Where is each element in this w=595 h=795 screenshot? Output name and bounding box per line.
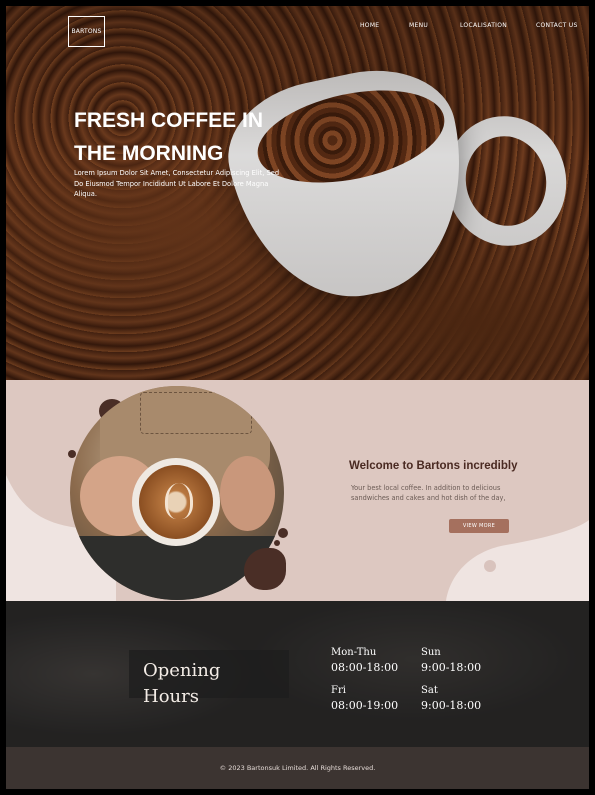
hours-title-line2: Hours <box>143 686 199 707</box>
opening-hours-section: Opening Hours Mon-Thu 08:00-18:00 Sun 9:… <box>6 601 589 747</box>
hours-day: Sun <box>421 647 441 658</box>
copyright-text: © 2023 Bartonsuk Limited. All Rights Res… <box>219 764 376 772</box>
hours-entry: Mon-Thu 08:00-18:00 <box>331 646 398 675</box>
hours-entry: Sun 9:00-18:00 <box>421 646 481 675</box>
welcome-section: Welcome to Bartons incredibly Your best … <box>6 380 589 601</box>
hero-description: Lorem Ipsum Dolor Sit Amet, Consectetur … <box>74 169 280 198</box>
hours-day: Fri <box>331 685 346 696</box>
hours-time: 9:00-18:00 <box>421 699 482 712</box>
footer: © 2023 Bartonsuk Limited. All Rights Res… <box>6 747 589 789</box>
hero-title-line1: FRESH COFFEE IN <box>74 109 264 132</box>
hero-title: FRESH COFFEE IN THE MORNING <box>74 104 294 170</box>
hours-time: 08:00-19:00 <box>331 699 399 712</box>
hours-time: 08:00-18:00 <box>331 661 399 674</box>
hours-entry: Fri 08:00-19:00 <box>331 684 398 713</box>
welcome-text: Your best local coffee. In addition to d… <box>351 484 506 502</box>
welcome-title: Welcome to Bartons incredibly <box>349 460 518 472</box>
decorative-dot <box>68 450 76 458</box>
hours-day: Sat <box>421 685 438 696</box>
nav-item-localisation[interactable]: LOCALISATION <box>460 22 507 29</box>
hours-title-line1: Opening <box>143 660 221 681</box>
decorative-dot <box>274 540 280 546</box>
nav-item-menu[interactable]: MENU <box>409 22 428 29</box>
view-more-button[interactable]: VIEW MORE <box>449 519 509 533</box>
decorative-dot <box>278 528 288 538</box>
page: BARTONS HOME MENU LOCALISATION CONTACT U… <box>6 6 589 789</box>
decorative-dot <box>484 560 496 572</box>
main-nav: HOME MENU LOCALISATION CONTACT US <box>6 22 589 34</box>
decorative-blob <box>244 548 286 590</box>
hero-title-line2: THE MORNING <box>74 142 224 165</box>
hours-day: Mon-Thu <box>331 647 377 658</box>
nav-item-home[interactable]: HOME <box>360 22 379 29</box>
nav-item-contact-us[interactable]: CONTACT US <box>536 22 578 29</box>
hours-time: 9:00-18:00 <box>421 661 482 674</box>
hero-section: BARTONS HOME MENU LOCALISATION CONTACT U… <box>6 6 589 380</box>
hours-title: Opening Hours <box>143 658 220 710</box>
hours-entry: Sat 9:00-18:00 <box>421 684 481 713</box>
